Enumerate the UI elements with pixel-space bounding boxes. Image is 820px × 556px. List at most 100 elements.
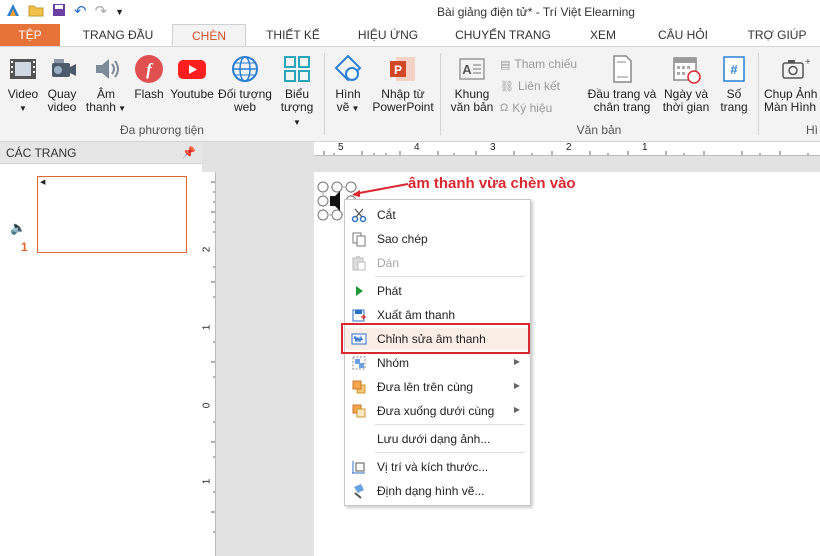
flash-icon: f (135, 55, 163, 83)
slides-pane-header: CÁC TRANG 📌 (0, 142, 202, 164)
ruler-label: 1 (201, 478, 213, 485)
menu-item-save-as-image[interactable]: Lưu dưới dạng ảnh... (345, 428, 530, 450)
horizontal-ruler: 5 4 3 2 1 (314, 142, 820, 156)
svg-text:#: # (730, 62, 738, 77)
date-time-button[interactable]: Ngày và thời gian (660, 53, 712, 114)
header-footer-button[interactable]: Đầu trang và chân trang (586, 53, 658, 114)
ruler-label: 2 (566, 142, 572, 153)
video-button[interactable]: Video ▼ (4, 53, 42, 115)
svg-text:+: + (805, 57, 810, 68)
youtube-icon (178, 60, 206, 79)
menu-item-copy[interactable]: Sao chép (345, 228, 530, 250)
group-icon (352, 356, 366, 370)
ruler-label: 4 (414, 142, 420, 153)
ruler-label: 0 (201, 402, 213, 409)
ruler-label: 1 (642, 142, 648, 153)
textbox-button[interactable]: A Khung văn bản (448, 53, 496, 114)
window-title: Bài giảng điện tử* - Trí Việt Elearning (437, 5, 635, 19)
film-icon (10, 59, 36, 79)
youtube-button[interactable]: Youtube (168, 53, 216, 101)
submenu-arrow-icon: ▶ (513, 405, 520, 414)
audio-button[interactable]: Âm thanh ▼ (84, 53, 128, 115)
camcorder-icon (52, 59, 76, 77)
menu-item-group[interactable]: Nhóm ▶ (345, 352, 530, 374)
calendar-icon (673, 57, 701, 84)
position-size-icon (352, 461, 365, 474)
tab-file[interactable]: TỆP (0, 24, 60, 46)
media-group-label: Đa phương tiện (120, 123, 204, 137)
menu-item-cut[interactable]: Cắt (345, 204, 530, 226)
header-footer-icon (613, 55, 632, 83)
menu-item-format-shape[interactable]: Định dạng hình vẽ... (345, 480, 530, 502)
web-object-button[interactable]: Đối tượng web (218, 53, 272, 114)
annotation-arrow (352, 183, 409, 197)
link-button[interactable]: ⛓ Liên kết (500, 79, 560, 93)
ribbon: Video ▼ Quay video Âm thanh ▼ f Flash Youtu… (0, 46, 820, 142)
ruler-label: 2 (201, 246, 213, 253)
ruler-label: 5 (338, 142, 344, 153)
chart-button[interactable]: Biểu tượng ▼ (276, 53, 318, 129)
link-icon: ⛓ (500, 80, 514, 93)
record-video-button[interactable]: Quay video (44, 53, 80, 114)
tab-design[interactable]: THIẾT KẾ (258, 24, 328, 46)
ribbon-tabs: TỆP TRANG ĐẦU CHÈN THIẾT KẾ HIỆU ỨNG CHU… (0, 24, 820, 47)
import-powerpoint-button[interactable]: P Nhập từ PowerPoint (370, 53, 436, 114)
menu-item-paste[interactable]: Dán (345, 252, 530, 274)
ruler-label: 1 (201, 324, 213, 331)
speaker-icon (96, 59, 119, 79)
last-group-label: Hì (806, 123, 818, 137)
thumbnail-audio-icon: ◀ (40, 179, 46, 186)
omega-icon: Ω (500, 102, 509, 114)
paste-icon (352, 256, 366, 271)
audio-speaker-icon (330, 191, 340, 211)
submenu-arrow-icon: ▶ (513, 381, 520, 390)
format-shape-icon (354, 484, 364, 499)
title-bar: ↶ ↷ ▼ Bài giảng điện tử* - Trí Việt Elea… (0, 0, 820, 24)
menu-separator (375, 424, 525, 425)
textbox-icon: A (459, 58, 485, 80)
shapes-button[interactable]: Hình vẽ ▼ (328, 53, 368, 115)
page-number-button[interactable]: # Số trang (714, 53, 754, 114)
camera-icon: + (782, 57, 810, 79)
menu-item-play[interactable]: Phát (345, 280, 530, 302)
tab-view[interactable]: XEM (582, 24, 624, 46)
menu-item-send-to-back[interactable]: Đưa xuống dưới cùng ▶ (345, 400, 530, 422)
reference-icon: ▤ (500, 58, 511, 71)
text-group-label: Văn bản (576, 123, 622, 137)
tab-animations[interactable]: HIỆU ỨNG (348, 24, 428, 46)
flash-button[interactable]: f Flash (132, 53, 166, 101)
slide-thumbnail[interactable]: ◀ (37, 176, 187, 253)
highlight-box (341, 323, 530, 354)
ribbon-separator (324, 53, 325, 135)
reference-button[interactable]: ▤ Tham chiếu (500, 57, 577, 71)
svg-text:P: P (394, 63, 402, 77)
tab-home[interactable]: TRANG ĐẦU (76, 24, 160, 46)
ruler-label: 3 (490, 142, 496, 153)
tab-transitions[interactable]: CHUYỂN TRANG (448, 24, 558, 46)
icons-grid-icon (284, 56, 310, 82)
play-icon (356, 286, 363, 296)
export-audio-icon (352, 309, 366, 322)
tab-questions[interactable]: CÂU HỎI (648, 24, 718, 46)
bring-front-icon (352, 380, 366, 394)
screenshot-button[interactable]: + Chụp Ảnh Màn Hình (764, 53, 820, 114)
send-back-icon (352, 404, 366, 418)
globe-icon (232, 56, 258, 82)
shapes-icon (334, 54, 362, 82)
slides-pane: ◀ 🔈 1 (0, 164, 202, 556)
menu-separator (375, 276, 525, 277)
tab-help[interactable]: TRỢ GIÚP (740, 24, 814, 46)
menu-item-position-size[interactable]: Vị trí và kích thước... (345, 456, 530, 478)
hash-icon: # (723, 56, 745, 82)
annotation-label: âm thanh vừa chèn vào (408, 175, 576, 192)
ribbon-separator (440, 53, 441, 135)
menu-item-bring-to-front[interactable]: Đưa lên trên cùng ▶ (345, 376, 530, 398)
pin-icon[interactable]: 📌 (182, 142, 196, 164)
symbol-button[interactable]: Ω Ký hiệu (500, 101, 552, 115)
slide-audio-icon: 🔈 (10, 220, 27, 235)
svg-text:A: A (462, 62, 472, 77)
menu-separator (375, 452, 525, 453)
tab-insert[interactable]: CHÈN (172, 24, 246, 47)
slide-number: 1 (21, 240, 28, 254)
vertical-ruler: 2 1 0 1 (201, 172, 216, 556)
